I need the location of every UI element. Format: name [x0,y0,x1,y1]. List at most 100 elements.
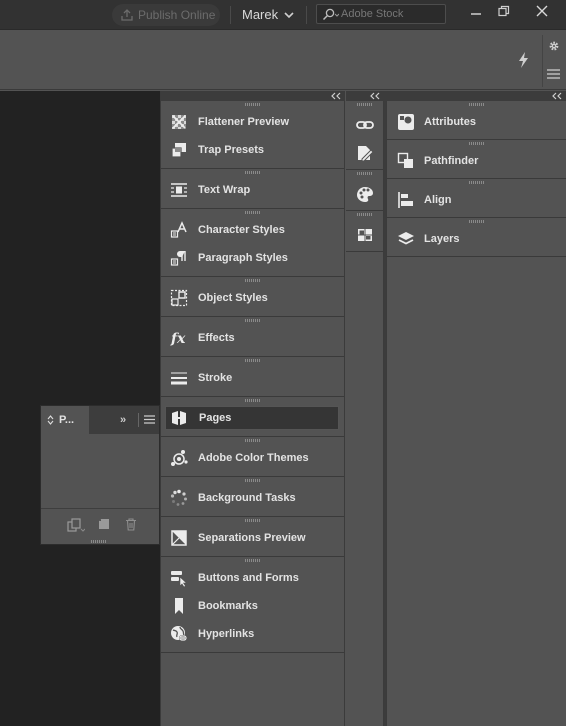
floating-panel-header[interactable]: P... » [41,406,159,434]
panel-adobe-color-themes[interactable]: Adobe Color Themes [161,444,344,472]
panel-group: Background Tasks [161,477,344,517]
table-icon[interactable] [356,226,374,244]
drag-grip[interactable] [356,103,373,106]
drag-grip[interactable] [356,172,373,175]
drag-grip[interactable] [244,319,261,322]
drag-grip[interactable] [244,103,261,106]
divider [542,35,543,87]
panel-label: Stroke [198,372,233,384]
panel-group: Adobe Color Themes [161,437,344,477]
edit-icon[interactable] [356,144,374,162]
drag-grip[interactable] [244,359,261,362]
collapse-column-icon[interactable] [331,92,341,100]
panel-background-tasks[interactable]: Background Tasks [161,484,344,512]
panel-label: Background Tasks [198,492,296,504]
restore-icon [498,5,510,17]
panel-pages[interactable]: Pages [165,406,339,430]
panel-object-styles[interactable]: Object Styles [161,284,344,312]
minimize-button[interactable] [462,0,490,22]
panel-pathfinder[interactable]: Pathfinder [387,147,566,175]
panel-attributes[interactable]: Attributes [387,108,566,136]
drag-grip[interactable] [244,519,261,522]
drag-grip[interactable] [468,103,485,106]
panel-hyperlinks[interactable]: Hyperlinks [161,620,344,648]
dock-column-header[interactable] [161,91,345,101]
divider [138,413,139,427]
lightning-icon[interactable] [516,51,530,69]
panel-stroke[interactable]: Stroke [161,364,344,392]
panel-label: Align [424,194,452,206]
panel-bookmarks[interactable]: Bookmarks [161,592,344,620]
collapse-column-icon[interactable] [370,92,380,100]
panel-layers[interactable]: Layers [387,225,566,253]
new-page-icon[interactable] [98,518,110,530]
panel-group: Flattener Preview Trap Presets [161,101,344,169]
publish-online-button[interactable]: Publish Online [112,4,220,26]
panel-flattener-preview[interactable]: Flattener Preview [161,108,344,136]
drag-grip[interactable] [356,213,373,216]
expand-panel-icon[interactable]: » [120,414,126,426]
drag-grip[interactable] [244,171,261,174]
panel-label: Pages [199,412,232,424]
panel-group: fx Effects [161,317,344,357]
dock-column-header[interactable] [346,91,384,101]
panel-paragraph-styles[interactable]: Paragraph Styles [161,244,344,272]
collapse-toggle-icon[interactable] [47,415,54,425]
page-size-icon[interactable] [67,518,85,532]
pages-icon [172,411,186,425]
drag-grip[interactable] [468,142,485,145]
drag-grip[interactable] [468,181,485,184]
swatches-icon[interactable] [356,185,374,203]
trash-icon[interactable] [125,518,137,531]
panel-separations-preview[interactable]: Separations Preview [161,524,344,552]
restore-button[interactable] [490,0,518,22]
drag-grip[interactable] [244,399,261,402]
gear-icon[interactable] [548,40,560,52]
panel-character-styles[interactable]: Character Styles [161,216,344,244]
drag-grip[interactable] [468,220,485,223]
panel-tab-pages[interactable]: P... [41,406,89,434]
collapse-column-icon[interactable] [552,92,562,100]
fx-icon: fx [170,331,186,347]
drag-grip[interactable] [244,479,261,482]
drag-grip[interactable] [244,559,261,562]
floating-pages-panel: P... » [40,405,160,545]
separations-icon [171,530,187,546]
flattener-icon [172,115,186,129]
panel-trap-presets[interactable]: Trap Presets [161,136,344,164]
panel-label: Adobe Color Themes [198,452,309,464]
align-icon [398,192,413,208]
panel-menu-icon[interactable] [144,415,155,424]
drag-grip[interactable] [244,439,261,442]
panel-group: Pathfinder [387,140,566,179]
panel-buttons-and-forms[interactable]: Buttons and Forms [161,564,344,592]
panel-group: Character Styles Paragraph Styles [161,209,344,277]
chevron-down-icon[interactable] [284,11,294,19]
icon-panel-group [346,170,383,211]
panel-align[interactable]: Align [387,186,566,214]
panel-group: Object Styles [161,277,344,317]
icon-panel-group [346,101,383,170]
hyperlinks-icon [171,626,187,641]
close-button[interactable] [528,0,556,22]
panel-label: Attributes [424,116,476,128]
bookmark-icon [175,598,183,614]
user-menu[interactable]: Marek [242,0,278,30]
panel-dock-column-2 [346,101,384,726]
panel-label: Character Styles [198,224,285,236]
search-input[interactable] [341,5,441,23]
links-icon[interactable] [356,116,374,134]
buttons-forms-icon [171,571,188,587]
search-icon [322,8,339,21]
dock-column-header[interactable] [386,91,566,101]
panel-text-wrap[interactable]: Text Wrap [161,176,344,204]
panel-label: Buttons and Forms [198,572,299,584]
stock-search-box[interactable] [316,4,446,24]
drag-grip[interactable] [244,279,261,282]
character-styles-icon [170,221,187,238]
drag-grip[interactable] [244,211,261,214]
panel-effects[interactable]: fx Effects [161,324,344,352]
panel-group: Stroke [161,357,344,397]
resize-grip[interactable] [91,540,107,543]
hamburger-menu-icon[interactable] [547,69,560,79]
